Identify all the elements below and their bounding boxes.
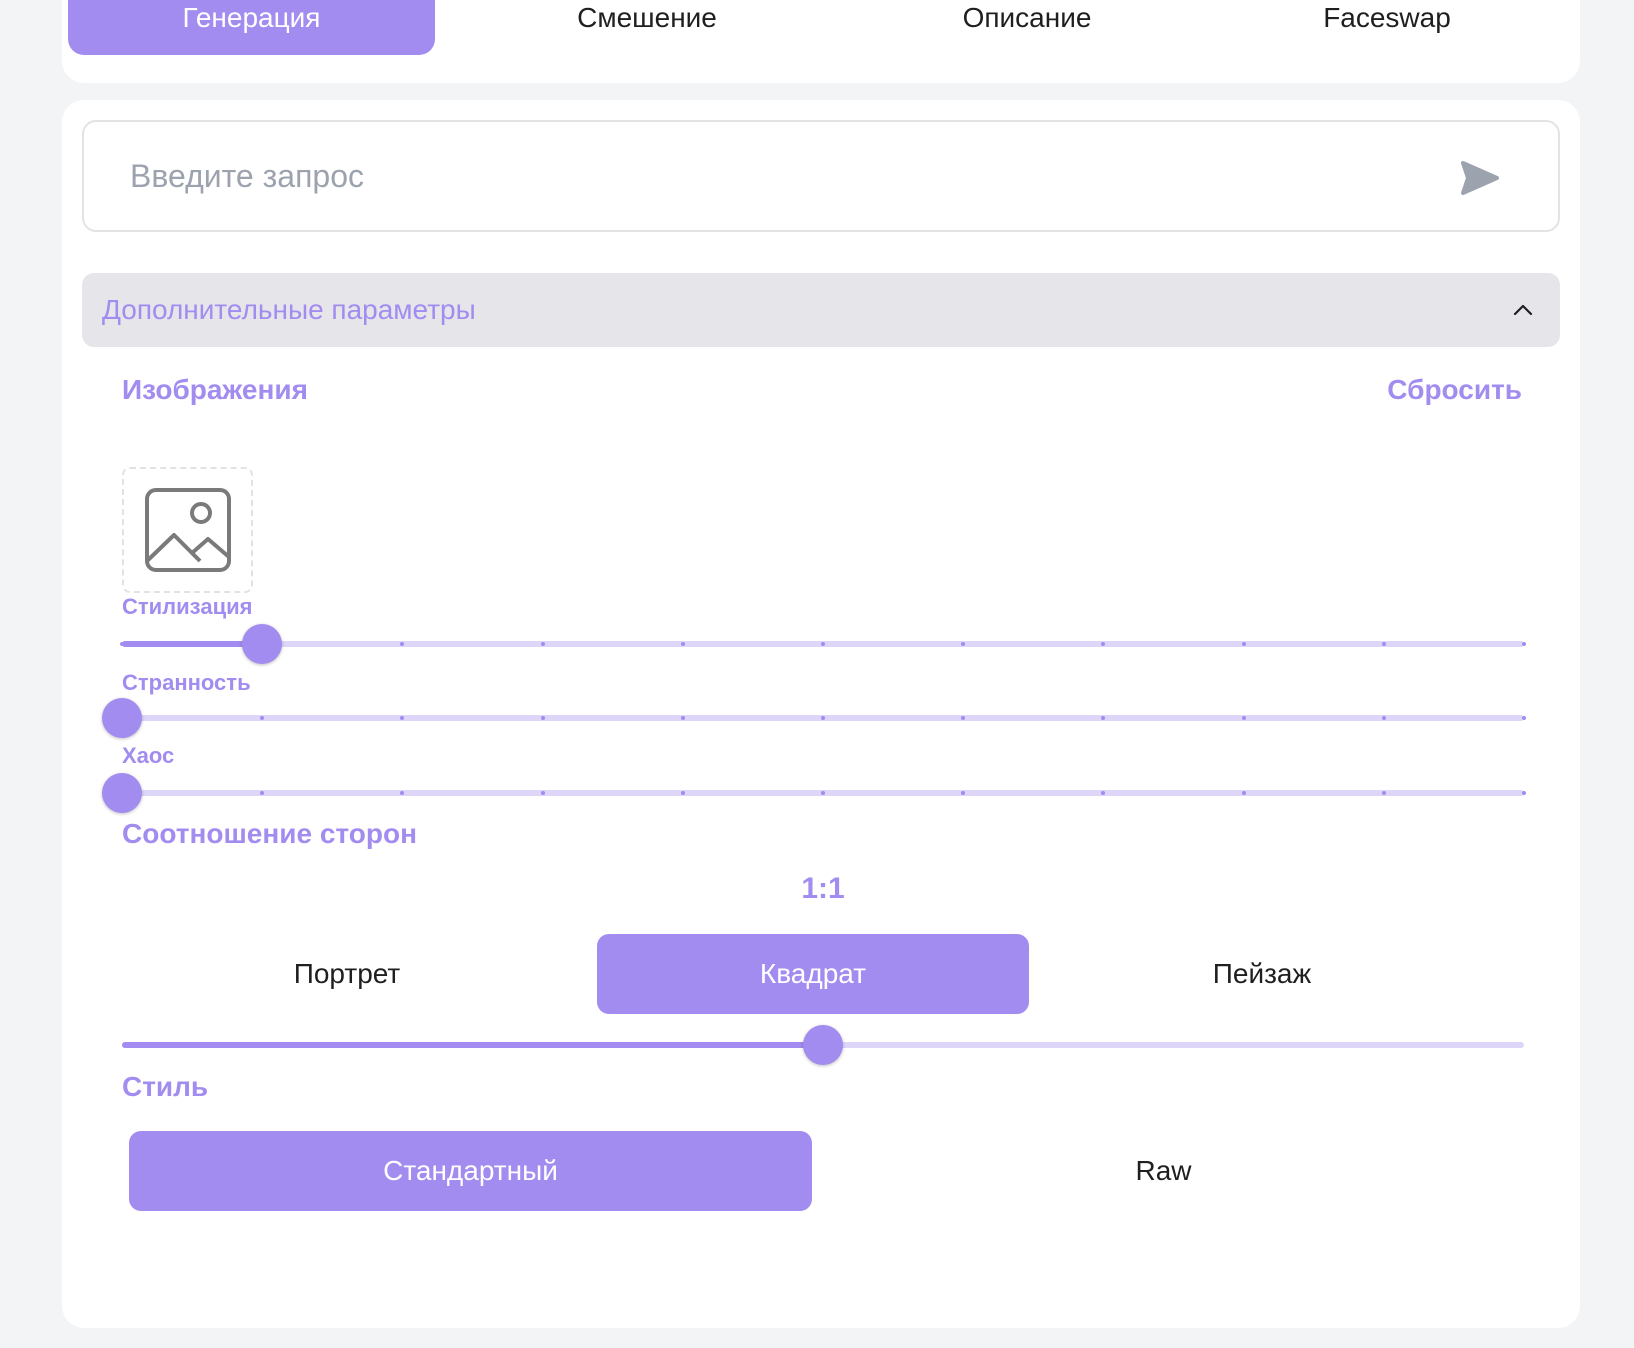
page: Генерация Смешение Описание Faceswap Доп… — [0, 0, 1634, 1348]
slider-tick — [1241, 791, 1246, 795]
stylize-slider[interactable] — [120, 623, 1526, 664]
aspect-label: Соотношение сторон — [122, 818, 417, 849]
stylize-label: Стилизация — [122, 594, 253, 619]
chevron-up-icon — [1513, 304, 1533, 316]
slider-fill — [122, 641, 263, 647]
weird-label: Странность — [122, 670, 251, 695]
tab-faceswap[interactable]: Faceswap — [1202, 0, 1572, 55]
slider-thumb[interactable] — [102, 698, 142, 738]
slider-thumb[interactable] — [242, 624, 283, 664]
slider-tick — [1522, 716, 1526, 720]
send-button[interactable] — [1460, 158, 1500, 198]
prompt-box — [82, 120, 1560, 232]
tab-blend[interactable]: Смешение — [462, 0, 832, 55]
slider-fill — [122, 1042, 823, 1048]
aspect-slider[interactable] — [122, 1024, 1524, 1065]
slider-tick — [120, 642, 124, 646]
prompt-input[interactable] — [130, 122, 1430, 230]
generation-panel: Дополнительные параметры Изображения Сбр… — [62, 100, 1580, 1328]
style-raw-button[interactable]: Raw — [822, 1131, 1505, 1211]
aspect-portrait-button[interactable]: Портрет — [122, 934, 572, 1014]
weird-slider[interactable] — [102, 697, 1526, 738]
chaos-label: Хаос — [122, 743, 175, 768]
chaos-slider[interactable] — [102, 772, 1526, 813]
slider-tick — [1522, 642, 1526, 646]
aspect-landscape-button[interactable]: Пейзаж — [1047, 934, 1477, 1014]
style-label: Стиль — [122, 1071, 209, 1102]
aspect-value: 1:1 — [801, 872, 845, 905]
slider-tick — [821, 642, 825, 646]
advanced-params-title: Дополнительные параметры — [102, 294, 476, 325]
slider-tick — [1522, 791, 1526, 795]
slider-tick — [680, 716, 685, 720]
slider-tick — [680, 642, 685, 646]
slider-tick — [1381, 791, 1386, 795]
slider-tick — [540, 716, 545, 720]
send-icon — [1461, 161, 1499, 195]
reset-button[interactable]: Сбросить — [1387, 374, 1522, 406]
slider-tick — [821, 716, 825, 720]
slider-tick — [1241, 716, 1246, 720]
slider-tick — [1241, 642, 1246, 646]
slider-tick — [680, 791, 685, 795]
slider-tick — [821, 791, 825, 795]
advanced-params-toggle[interactable]: Дополнительные параметры — [82, 273, 1560, 347]
slider-tick — [1381, 716, 1386, 720]
slider-tick — [540, 791, 545, 795]
mode-tabs: Генерация Смешение Описание Faceswap — [62, 0, 1580, 83]
image-icon — [144, 488, 231, 572]
slider-tick — [1381, 642, 1386, 646]
images-label: Изображения — [122, 374, 308, 405]
slider-tick — [540, 642, 545, 646]
image-upload[interactable] — [122, 467, 253, 593]
slider-thumb[interactable] — [803, 1025, 843, 1065]
tab-generation[interactable]: Генерация — [68, 0, 435, 55]
slider-thumb[interactable] — [102, 773, 142, 813]
tab-describe[interactable]: Описание — [842, 0, 1212, 55]
style-standard-button[interactable]: Стандартный — [129, 1131, 812, 1211]
aspect-square-button[interactable]: Квадрат — [597, 934, 1029, 1014]
